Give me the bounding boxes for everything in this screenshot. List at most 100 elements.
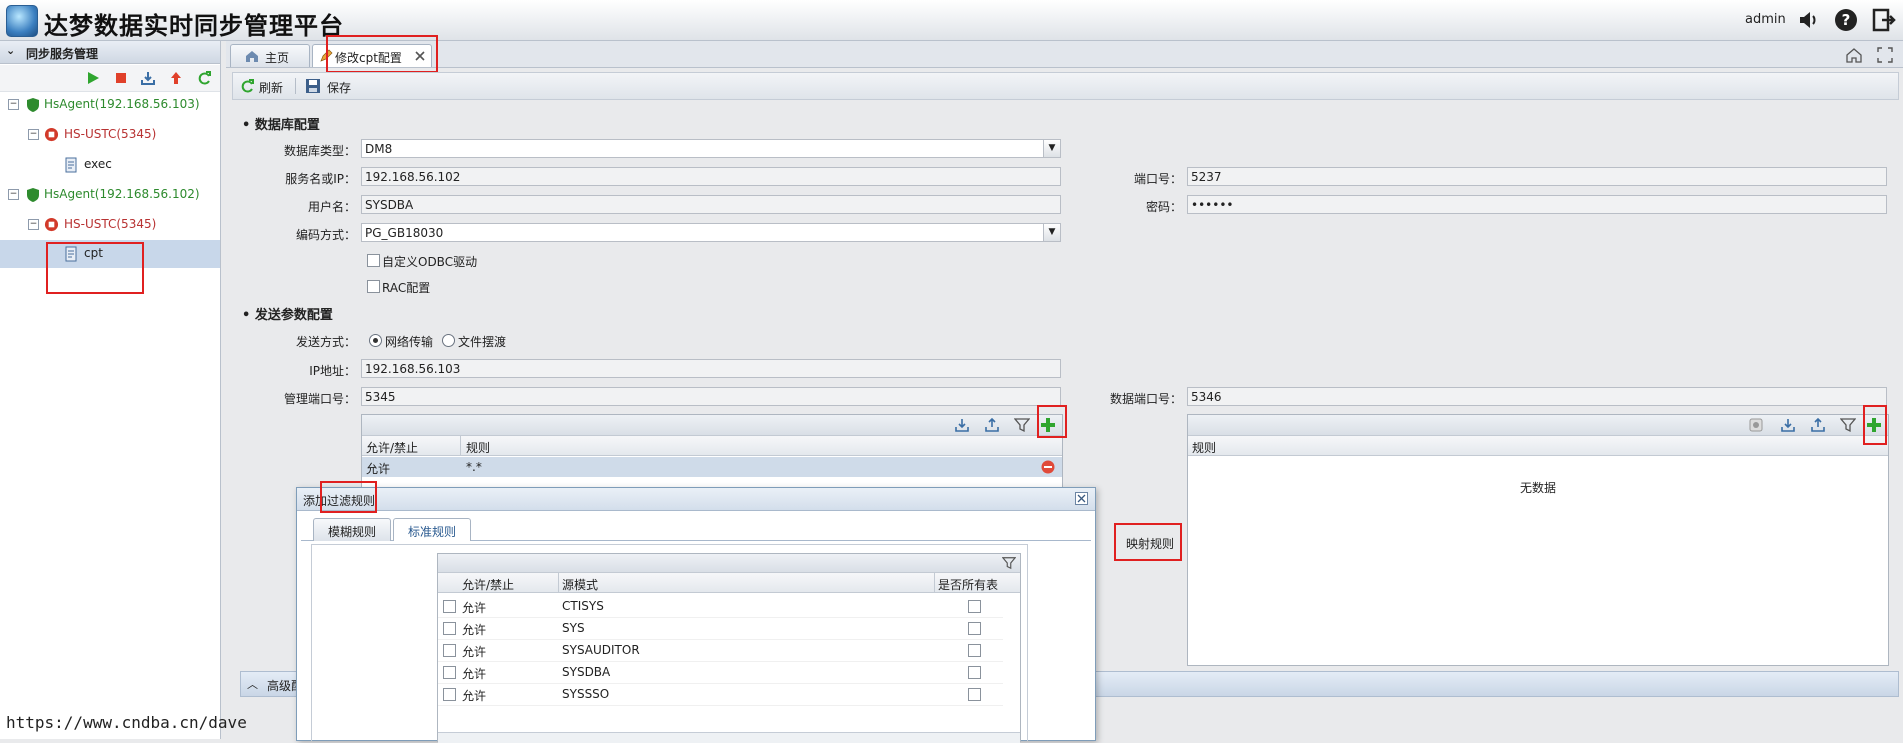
db-section-title: • 数据库配置 xyxy=(242,118,320,133)
tab-standard-rule[interactable]: 标准规则 xyxy=(393,518,471,541)
stop-icon[interactable] xyxy=(113,70,129,86)
row-checkbox[interactable] xyxy=(443,688,456,701)
sidebar-header[interactable]: ⌄ 同步服务管理 xyxy=(0,41,220,64)
grid-toolbar xyxy=(1188,415,1888,436)
tree-item-agent-102[interactable]: − HsAgent(192.168.56.102) xyxy=(0,181,220,209)
tree-item-exec[interactable]: exec xyxy=(0,151,220,179)
collapse-icon[interactable]: − xyxy=(8,189,19,200)
section-label: 数据库配置 xyxy=(254,118,320,133)
row-checkbox[interactable] xyxy=(443,600,456,613)
table-row[interactable]: 允许 CTISYS xyxy=(438,595,1003,618)
column-header: 源模式 xyxy=(562,578,599,592)
column-header: 规则 xyxy=(466,441,491,455)
column-header: 规则 xyxy=(1192,441,1217,455)
grid-toolbar xyxy=(438,554,1020,573)
table-row[interactable]: 允许 SYS xyxy=(438,617,1003,640)
odbc-checkbox[interactable] xyxy=(367,254,380,267)
tab-label: 主页 xyxy=(265,51,290,65)
start-icon[interactable] xyxy=(85,70,101,86)
radio-network[interactable] xyxy=(369,334,382,347)
tree-item-service-2[interactable]: − HS-USTC(5345) xyxy=(0,211,220,239)
export-icon[interactable] xyxy=(984,417,1000,433)
filter-icon[interactable] xyxy=(1014,417,1030,433)
settings-icon[interactable] xyxy=(1748,417,1764,433)
section-label: 发送参数配置 xyxy=(254,308,333,323)
all-tables-checkbox[interactable] xyxy=(968,666,981,679)
db-port-field[interactable]: 5237 xyxy=(1187,167,1887,186)
db-user-field[interactable]: SYSDBA xyxy=(361,195,1061,214)
upload-icon[interactable] xyxy=(168,70,184,86)
highlight-box xyxy=(320,481,377,513)
rac-checkbox[interactable] xyxy=(367,280,380,293)
dialog-body: 允许/禁止 源模式 是否所有表 允许 CTISYS 允许 SYS 允许 SYSA… xyxy=(311,544,1028,743)
refresh-icon[interactable] xyxy=(196,70,212,86)
logout-icon[interactable] xyxy=(1872,8,1896,32)
tree-item-agent-103[interactable]: − HsAgent(192.168.56.103) xyxy=(0,91,220,119)
db-type-select[interactable]: DM8 ▼ xyxy=(361,139,1061,158)
db-host-field[interactable]: 192.168.56.102 xyxy=(361,167,1061,186)
table-row[interactable]: 允许 SYSAUDITOR xyxy=(438,639,1003,662)
all-tables-checkbox[interactable] xyxy=(968,644,981,657)
collapse-icon[interactable]: − xyxy=(28,129,39,140)
chevron-down-icon[interactable]: ▼ xyxy=(1043,224,1060,241)
shield-icon xyxy=(27,98,39,112)
row-checkbox[interactable] xyxy=(443,666,456,679)
delete-icon[interactable] xyxy=(1041,460,1055,474)
all-tables-checkbox[interactable] xyxy=(968,622,981,635)
filter-icon[interactable] xyxy=(1840,417,1856,433)
tab-bar: 主页 修改cpt配置 xyxy=(226,35,1903,73)
mgmt-port-field[interactable]: 5345 xyxy=(361,387,1061,406)
help-icon[interactable]: ? xyxy=(1834,8,1858,32)
fullscreen-icon[interactable] xyxy=(1877,47,1893,63)
all-tables-checkbox[interactable] xyxy=(968,688,981,701)
tree-item-service-1[interactable]: − HS-USTC(5345) xyxy=(0,121,220,149)
dialog-tabbar: 模糊规则 标准规则 xyxy=(301,514,1091,541)
collapse-icon[interactable]: − xyxy=(28,219,39,230)
collapse-icon[interactable]: − xyxy=(8,99,19,110)
cell-schema: SYS xyxy=(562,621,585,635)
grid-header: 规则 xyxy=(1188,436,1888,456)
db-port-label: 端口号： xyxy=(1133,172,1182,186)
column-header: 是否所有表 xyxy=(938,578,999,592)
import-icon[interactable] xyxy=(1780,417,1796,433)
mgmt-port-label: 管理端口号： xyxy=(283,392,356,406)
import-icon[interactable] xyxy=(954,417,970,433)
tree-item-label: HsAgent(192.168.56.102) xyxy=(44,187,200,201)
column-header: 允许/禁止 xyxy=(366,441,419,455)
chevron-down-icon[interactable]: ▼ xyxy=(1043,140,1060,157)
table-row[interactable]: 允许 *.* xyxy=(362,457,1062,477)
row-checkbox[interactable] xyxy=(443,622,456,635)
chevron-down-icon[interactable]: ⌄ xyxy=(6,44,15,57)
table-row[interactable]: 允许 SYSDBA xyxy=(438,661,1003,684)
all-tables-checkbox[interactable] xyxy=(968,600,981,613)
sound-icon[interactable] xyxy=(1797,8,1821,32)
data-port-field[interactable]: 5346 xyxy=(1187,387,1887,406)
column-divider xyxy=(460,436,461,455)
watermark-url: https://www.cndba.cn/dave xyxy=(6,713,247,732)
row-checkbox[interactable] xyxy=(443,644,456,657)
filter-icon[interactable] xyxy=(1002,556,1016,570)
grid-header: 允许/禁止 规则 xyxy=(362,436,1062,456)
close-icon[interactable] xyxy=(1075,492,1088,505)
tree-item-label: HS-USTC(5345) xyxy=(64,127,157,141)
radio-network-label: 网络传输 xyxy=(385,335,434,349)
table-row[interactable]: 允许 SYSSSO xyxy=(438,683,1003,706)
save-button[interactable]: 保存 xyxy=(327,79,351,96)
import-icon[interactable] xyxy=(140,70,156,86)
tab-home[interactable]: 主页 xyxy=(230,44,310,67)
tab-fuzzy-rule[interactable]: 模糊规则 xyxy=(313,518,391,541)
home-icon[interactable] xyxy=(1846,47,1862,63)
data-port-label: 数据端口号： xyxy=(1109,392,1182,406)
db-password-field[interactable]: •••••• xyxy=(1187,195,1887,214)
grid-header: 允许/禁止 源模式 是否所有表 xyxy=(438,573,1020,593)
cell-allow: 允许 xyxy=(366,462,391,476)
user-name[interactable]: admin xyxy=(1745,12,1786,27)
db-type-value: DM8 xyxy=(365,142,393,156)
chevron-up-icon[interactable]: ︿ xyxy=(247,676,258,692)
encoding-select[interactable]: PG_GB18030 ▼ xyxy=(361,223,1061,242)
mapping-rules-grid: 规则 无数据 xyxy=(1187,414,1889,666)
radio-file[interactable] xyxy=(442,334,455,347)
export-icon[interactable] xyxy=(1810,417,1826,433)
ip-field[interactable]: 192.168.56.103 xyxy=(361,359,1061,378)
refresh-button[interactable]: 刷新 xyxy=(259,79,283,96)
